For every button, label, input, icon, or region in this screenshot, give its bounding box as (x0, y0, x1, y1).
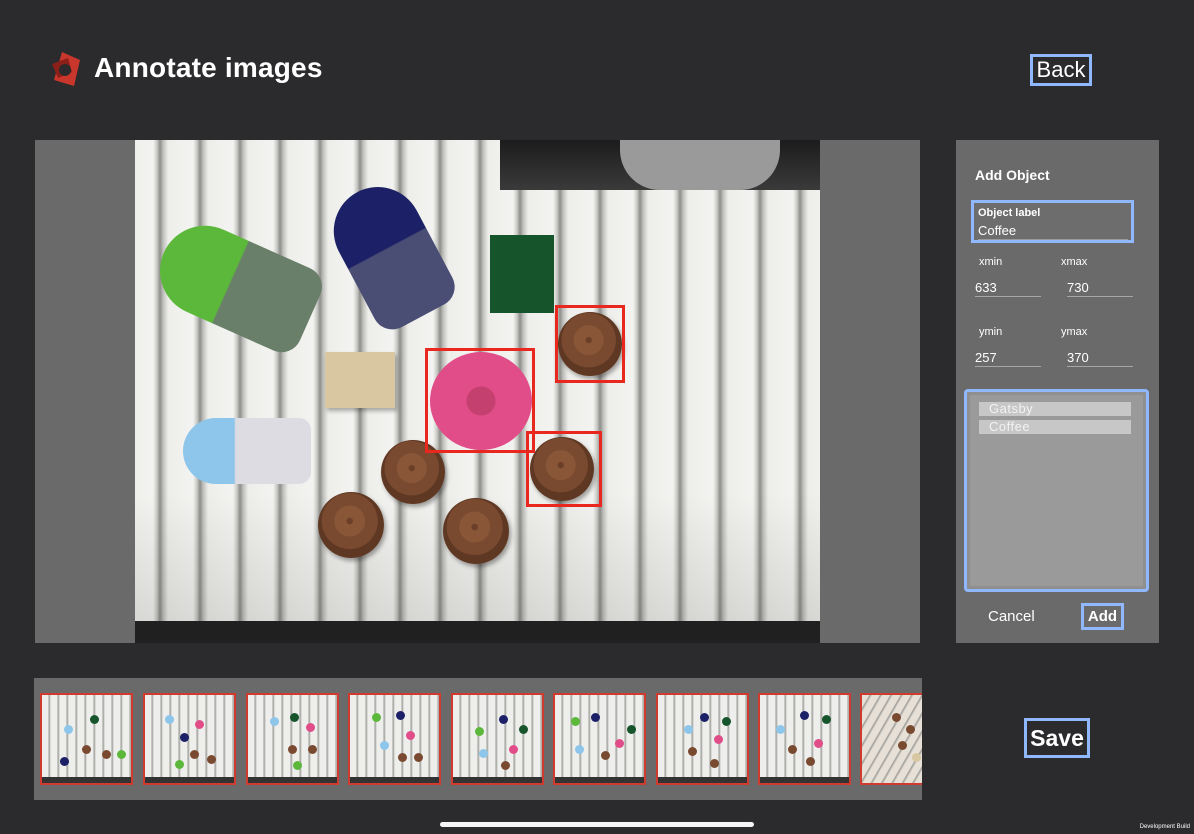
add-object-heading: Add Object (975, 167, 1050, 183)
xmin-label: xmin (979, 256, 1003, 268)
save-button[interactable]: Save (1024, 718, 1090, 758)
object-label-caption: Object label (978, 207, 1041, 219)
thumbnail[interactable] (143, 693, 236, 785)
brands-box (490, 235, 554, 313)
coffee-capsule (443, 498, 509, 564)
thumbnail[interactable] (553, 693, 646, 785)
robot-gripper (620, 140, 780, 190)
blue-bottle (183, 418, 311, 484)
object-label-input[interactable] (978, 221, 1128, 240)
ymax-input[interactable] (1067, 348, 1133, 367)
coffee-capsule (318, 492, 384, 558)
thumbnail[interactable] (758, 693, 851, 785)
home-indicator[interactable] (440, 822, 754, 827)
ymin-label: ymin (979, 326, 1003, 338)
add-object-panel: Add Object Object label xmin xmax ymin y… (956, 140, 1159, 643)
ymin-input[interactable] (975, 348, 1041, 367)
object-label-field[interactable]: Object label (971, 200, 1134, 243)
back-button[interactable]: Back (1030, 54, 1092, 86)
bounding-box-coffee[interactable] (555, 305, 625, 383)
ymax-label: ymax (1061, 326, 1088, 338)
thumbnail[interactable] (40, 693, 133, 785)
wood-block (325, 352, 395, 408)
label-list[interactable]: Gatsby Coffee (964, 389, 1149, 592)
list-item-coffee[interactable]: Coffee (979, 420, 1131, 434)
bounding-box-coffee[interactable] (526, 431, 602, 507)
xmin-input[interactable] (975, 278, 1041, 297)
thumbnail[interactable] (656, 693, 749, 785)
development-build-label: Development Build (1139, 824, 1190, 830)
annotate-page: Annotate images Back Add Object Object l… (0, 0, 1194, 834)
cancel-button[interactable]: Cancel (988, 608, 1035, 625)
thumbnail[interactable] (246, 693, 339, 785)
thumbnail[interactable] (348, 693, 441, 785)
page-title: Annotate images (94, 52, 323, 83)
annotation-photo[interactable] (135, 140, 820, 643)
app-logo-icon (52, 52, 80, 86)
image-viewer (35, 140, 920, 643)
xmax-label: xmax (1061, 256, 1088, 268)
thumbnail[interactable] (860, 693, 922, 785)
xmax-input[interactable] (1067, 278, 1133, 297)
thumbnail[interactable] (451, 693, 544, 785)
add-button[interactable]: Add (1081, 603, 1124, 630)
list-item-gatsby[interactable]: Gatsby (979, 402, 1131, 416)
thumbnail-strip[interactable] (34, 678, 922, 800)
bounding-box-gatsby[interactable] (425, 348, 535, 453)
